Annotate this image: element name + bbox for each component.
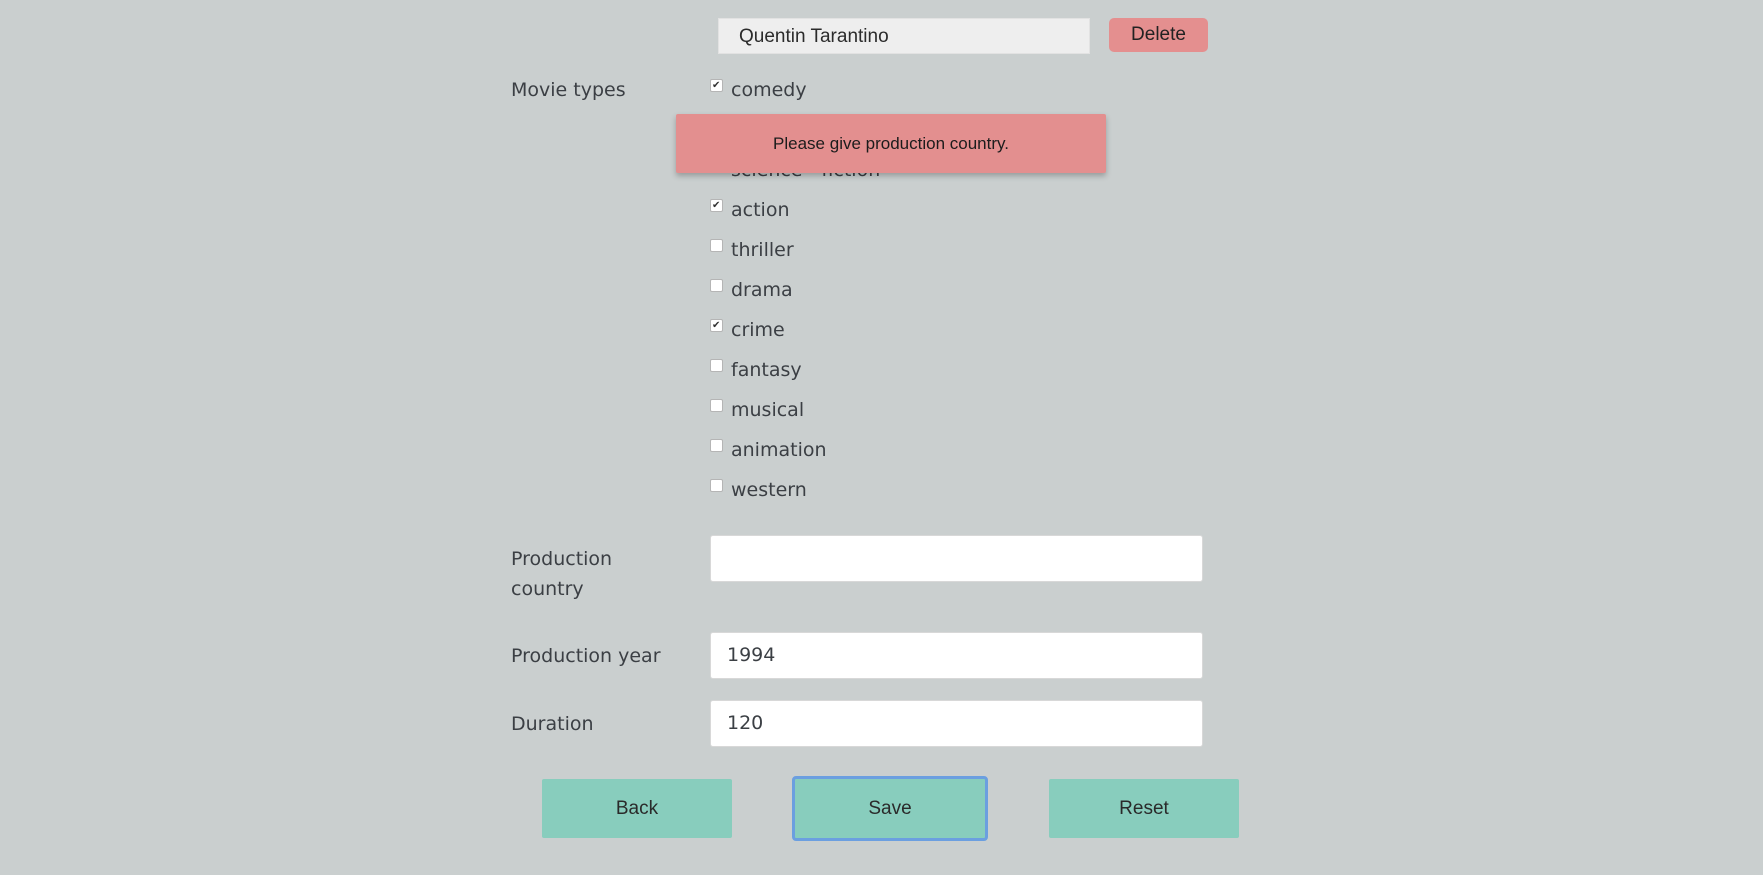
toast-message: Please give production country. — [773, 133, 1009, 153]
animation-label: animation — [731, 439, 827, 461]
production-year-input[interactable]: 1994 — [710, 632, 1203, 679]
validation-toast: Please give production country. — [676, 114, 1106, 173]
movie-edit-form: Quentin Tarantino Delete Movie types com… — [0, 0, 1763, 875]
duration-input[interactable]: 120 — [710, 700, 1203, 747]
movie-type-item-crime[interactable]: crime — [710, 315, 785, 345]
movie-type-item-musical[interactable]: musical — [710, 395, 804, 425]
crime-checkbox[interactable] — [710, 318, 723, 332]
movie-type-item-thriller[interactable]: thriller — [710, 235, 794, 265]
reset-button[interactable]: Reset — [1049, 779, 1239, 838]
delete-director-button[interactable]: Delete — [1109, 18, 1208, 52]
save-button[interactable]: Save — [792, 776, 988, 841]
fantasy-checkbox[interactable] — [710, 358, 723, 372]
movie-type-item-fantasy[interactable]: fantasy — [710, 355, 802, 385]
crime-label: crime — [731, 319, 785, 341]
production-country-label-continued: country — [511, 574, 584, 604]
movie-type-item-action[interactable]: action — [710, 195, 789, 225]
production-country-label: Production — [511, 544, 612, 574]
animation-checkbox[interactable] — [710, 438, 723, 452]
production-country-input[interactable] — [710, 535, 1203, 582]
fantasy-label: fantasy — [731, 359, 802, 381]
action-label: action — [731, 199, 790, 221]
movie-type-item-comedy[interactable]: comedy — [710, 75, 807, 105]
drama-label: drama — [731, 279, 793, 301]
movie-types-label: Movie types — [511, 79, 626, 101]
drama-checkbox[interactable] — [710, 278, 723, 292]
comedy-checkbox[interactable] — [710, 78, 723, 92]
musical-checkbox[interactable] — [710, 398, 723, 412]
thriller-label: thriller — [731, 239, 794, 261]
movie-type-item-animation[interactable]: animation — [710, 435, 827, 465]
duration-label: Duration — [511, 713, 594, 735]
western-checkbox[interactable] — [710, 478, 723, 492]
production-year-label: Production year — [511, 645, 661, 667]
back-button[interactable]: Back — [542, 779, 732, 838]
production-country-label-line2: country — [511, 578, 584, 600]
movie-type-item-western[interactable]: western — [710, 475, 807, 505]
thriller-checkbox[interactable] — [710, 238, 723, 252]
production-country-label-line1: Production — [511, 548, 613, 570]
action-checkbox[interactable] — [710, 198, 723, 212]
movie-type-item-drama[interactable]: drama — [710, 275, 793, 305]
comedy-label: comedy — [731, 79, 807, 101]
director-field[interactable]: Quentin Tarantino — [718, 18, 1090, 54]
western-label: western — [731, 479, 807, 501]
musical-label: musical — [731, 399, 805, 421]
